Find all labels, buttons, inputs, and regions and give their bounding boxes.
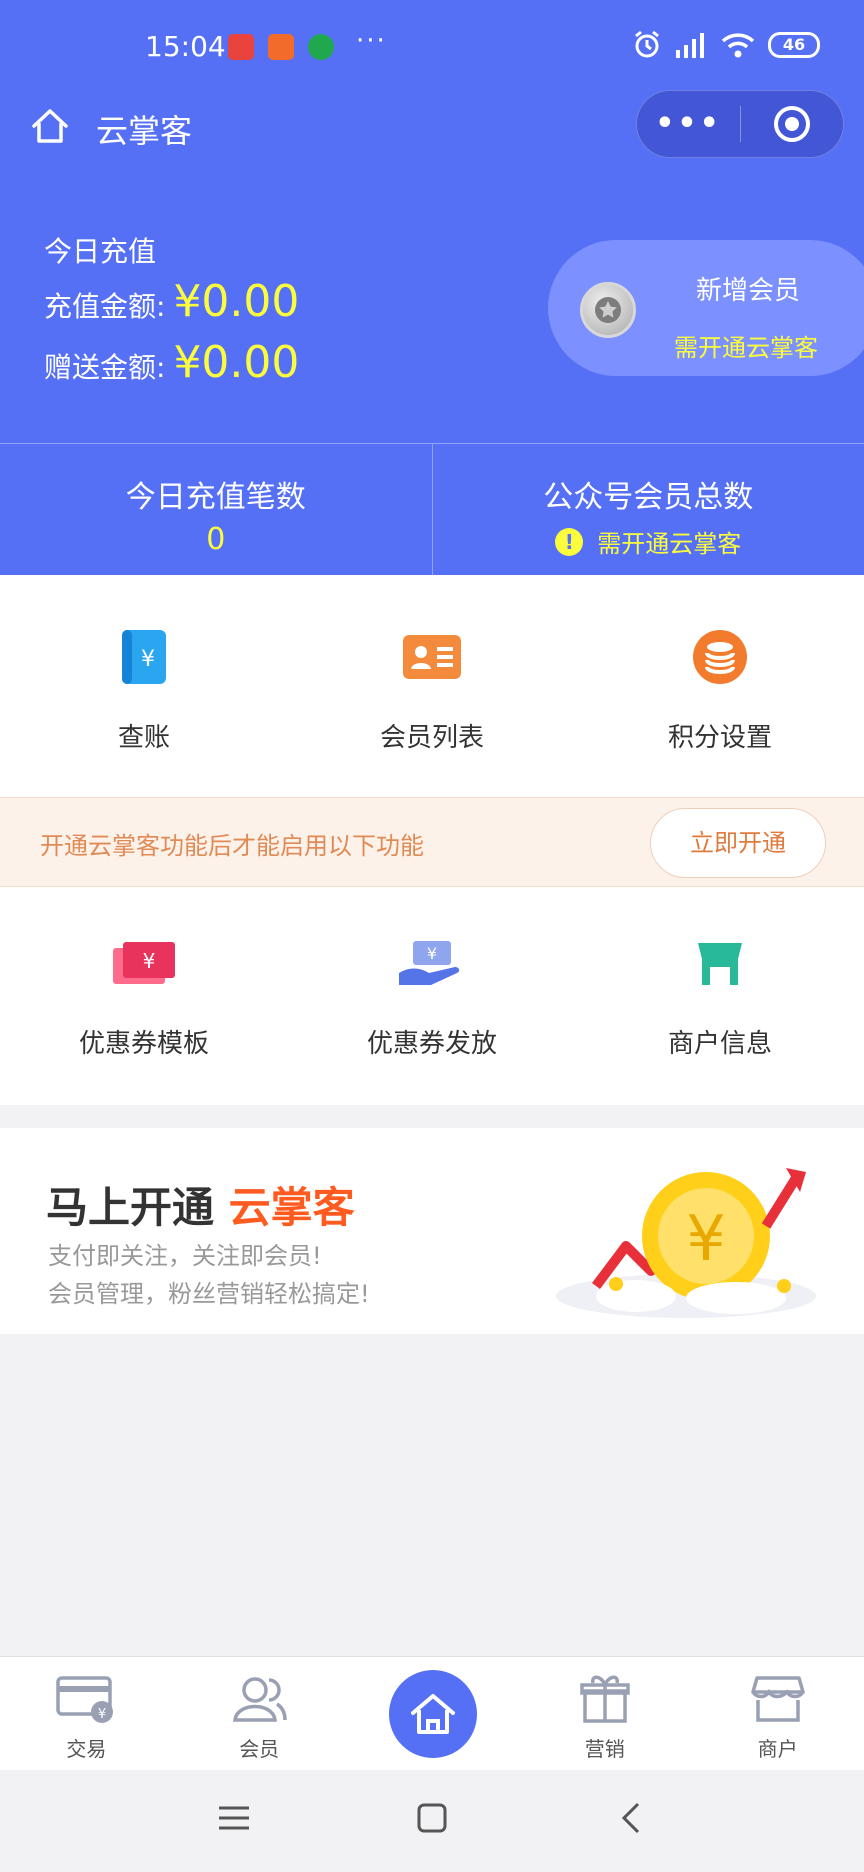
tab-store[interactable]: 商户	[691, 1657, 864, 1770]
bonus-amount-label: 赠送金额:	[44, 351, 166, 384]
tab-label: 交易	[66, 1737, 107, 1761]
recharge-amount-value: ¥0.00	[173, 276, 300, 327]
warning-icon: !	[555, 527, 584, 556]
nav-bar: 云掌客 •••	[0, 90, 864, 178]
recharge-amount-label: 充值金额:	[44, 290, 166, 323]
home-tab-button[interactable]	[389, 1670, 477, 1758]
function-ledger[interactable]: ¥ 查账	[0, 627, 288, 797]
home-icon	[411, 1694, 455, 1734]
stat-label: 今日充值笔数	[125, 480, 306, 515]
banner-text: 开通云掌客功能后才能启用以下功能	[40, 832, 424, 860]
menu-icon[interactable]	[216, 1800, 252, 1836]
function-member-list[interactable]: 会员列表	[288, 627, 576, 797]
promo-line-1: 支付即关注，关注即会员!	[48, 1242, 322, 1270]
more-icon[interactable]: •••	[637, 94, 740, 154]
shop-icon	[576, 933, 864, 993]
back-icon[interactable]	[614, 1800, 650, 1836]
stat-value: 0	[206, 522, 226, 557]
svg-text:¥: ¥	[427, 944, 437, 963]
app-notification-icon	[308, 34, 334, 60]
promo-title: 马上开通 云掌客	[46, 1174, 355, 1235]
tab-label: 会员	[239, 1737, 280, 1761]
gift-icon	[518, 1671, 691, 1727]
svg-text:¥: ¥	[686, 1202, 725, 1275]
store-icon	[691, 1671, 864, 1727]
card-icon: ¥	[0, 1671, 173, 1727]
home-icon[interactable]	[28, 104, 72, 148]
promo-title-prefix: 马上开通	[46, 1183, 215, 1232]
stat-recharge-count[interactable]: 今日充值笔数 0	[0, 444, 432, 575]
function-grid: ¥ 查账 会员列表 积分设置	[0, 575, 864, 797]
target-icon[interactable]	[741, 104, 843, 144]
promo-line-2: 会员管理，粉丝营销轻松搞定!	[48, 1280, 370, 1308]
today-recharge-label: 今日充值	[44, 235, 157, 268]
new-member-title: 新增会员	[696, 276, 801, 306]
recharge-amount-row: 充值金额: ¥0.00	[44, 276, 299, 327]
coupon-template-icon: ¥	[0, 933, 288, 993]
page-title: 云掌客	[96, 112, 193, 150]
wifi-icon	[721, 33, 755, 58]
miniprogram-capsule: •••	[636, 90, 844, 158]
status-time: 15:04	[145, 30, 226, 63]
tab-transactions[interactable]: ¥ 交易	[0, 1657, 173, 1770]
coin-growth-illustration: ¥	[556, 1168, 816, 1318]
tab-members[interactable]: 会员	[173, 1657, 346, 1770]
new-member-note: 需开通云掌客	[674, 334, 818, 362]
function-label: 优惠券模板	[78, 1029, 209, 1059]
bonus-amount-row: 赠送金额: ¥0.00	[44, 337, 299, 388]
signal-icon	[676, 33, 704, 58]
member-card-icon	[288, 627, 576, 687]
tab-marketing[interactable]: 营销	[518, 1657, 691, 1770]
system-navigation-bar	[0, 1770, 864, 1872]
function-label: 会员列表	[379, 723, 484, 753]
tab-label: 商户	[757, 1737, 798, 1761]
function-coupon-template[interactable]: ¥ 优惠券模板	[0, 933, 288, 1105]
app-notification-icon	[228, 34, 254, 60]
promo-card[interactable]: 马上开通 云掌客 支付即关注，关注即会员! 会员管理，粉丝营销轻松搞定! ¥	[0, 1128, 864, 1334]
square-icon[interactable]	[414, 1800, 450, 1836]
tab-bar: ¥ 交易 会员 营销 商户	[0, 1656, 864, 1770]
stat-warning: ! 需开通云掌客	[433, 524, 864, 559]
stat-note: 需开通云掌客	[597, 530, 742, 558]
function-points-settings[interactable]: 积分设置	[576, 627, 864, 797]
function-coupon-send[interactable]: ¥ 优惠券发放	[288, 933, 576, 1105]
more-notifications-icon: ···	[356, 26, 387, 56]
bonus-amount-value: ¥0.00	[173, 337, 300, 388]
svg-text:¥: ¥	[141, 647, 155, 672]
function-label: 优惠券发放	[366, 1029, 497, 1059]
activate-now-button[interactable]: 立即开通	[650, 808, 826, 878]
function-label: 积分设置	[667, 723, 772, 753]
locked-function-grid: ¥ 优惠券模板 ¥ 优惠券发放 商户信息	[0, 887, 864, 1105]
status-indicators: 46	[632, 30, 820, 60]
svg-text:¥: ¥	[98, 1707, 106, 1722]
stats-row: 今日充值笔数 0 公众号会员总数 ! 需开通云掌客	[0, 443, 864, 575]
function-label: 查账	[117, 723, 170, 753]
function-shop-info[interactable]: 商户信息	[576, 933, 864, 1105]
members-icon	[173, 1671, 346, 1727]
ledger-icon: ¥	[0, 627, 288, 687]
coins-icon	[576, 627, 864, 687]
promo-title-highlight: 云掌客	[228, 1183, 355, 1232]
function-label: 商户信息	[667, 1029, 772, 1059]
svg-text:¥: ¥	[143, 949, 156, 973]
alarm-icon	[635, 30, 659, 58]
activation-banner: 开通云掌客功能后才能启用以下功能 立即开通	[0, 797, 864, 887]
status-bar: 15:04 ··· 46	[0, 0, 864, 90]
stat-label: 公众号会员总数	[543, 480, 754, 515]
coupon-send-icon: ¥	[288, 933, 576, 993]
stat-member-total[interactable]: 公众号会员总数 ! 需开通云掌客	[431, 444, 864, 575]
app-notification-icon	[268, 34, 294, 60]
star-badge-icon	[580, 282, 636, 338]
battery-indicator: 46	[768, 32, 820, 58]
new-member-card[interactable]: 新增会员 需开通云掌客	[548, 240, 864, 376]
header-area: 15:04 ··· 46 云掌客 ••• 今日充值 充值金额: ¥0.00 赠送…	[0, 0, 864, 575]
tab-label: 营销	[584, 1737, 625, 1761]
